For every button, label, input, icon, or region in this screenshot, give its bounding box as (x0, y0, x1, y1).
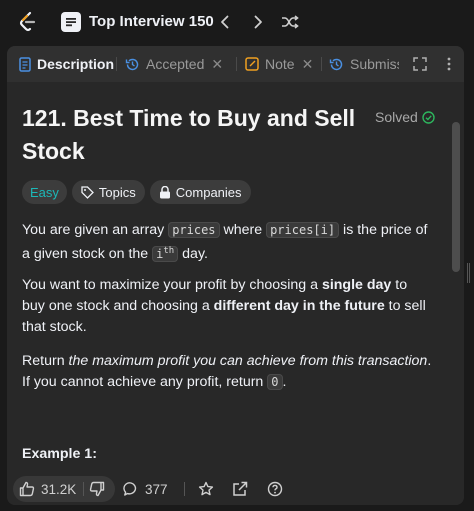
tab-submissions[interactable]: Submiss (329, 46, 399, 82)
description-paragraph: Return the maximum profit you can achiev… (22, 353, 432, 390)
help-button[interactable] (267, 479, 289, 499)
solved-status: Solved (375, 109, 435, 125)
tag-icon (81, 185, 94, 199)
description-icon (19, 56, 31, 72)
close-icon[interactable]: ✕ (211, 56, 223, 73)
lock-icon (159, 185, 170, 198)
topics-button[interactable]: Topics (71, 180, 145, 204)
leetcode-logo-icon[interactable] (17, 11, 39, 33)
shuffle-icon[interactable] (280, 12, 300, 32)
tab-divider (236, 57, 237, 71)
panel-tabbar: Description Accepted ✕ Note ✕ Submiss (7, 46, 464, 82)
note-icon (245, 57, 259, 71)
dislike-button[interactable] (89, 479, 111, 499)
tab-description[interactable]: Description (19, 46, 114, 82)
more-options-icon[interactable] (440, 55, 458, 73)
close-icon[interactable]: ✕ (302, 56, 314, 73)
comments-button[interactable]: 377 (123, 479, 168, 499)
inline-code: ith (152, 246, 179, 262)
companies-button[interactable]: Companies (149, 180, 251, 204)
inline-code: prices (168, 222, 220, 238)
tab-divider (321, 57, 322, 71)
thumbs-down-icon (89, 481, 105, 497)
question-circle-icon (267, 481, 283, 497)
divider (83, 482, 84, 496)
problem-description: 121. Best Time to Buy and Sell Stock Sol… (7, 82, 464, 471)
difficulty-badge[interactable]: Easy (22, 180, 67, 204)
history-icon (329, 57, 344, 72)
thumbs-up-icon (19, 481, 35, 497)
favorite-button[interactable] (198, 479, 220, 499)
tag-row: Easy Topics Companies (22, 180, 251, 204)
like-button[interactable]: 31.2K (19, 479, 76, 499)
inline-code: prices[i] (266, 222, 340, 238)
check-circle-icon (422, 110, 435, 124)
description-paragraph: You are given an array prices where pric… (22, 222, 428, 262)
description-paragraph: You want to maximize your profit by choo… (22, 277, 426, 335)
description-panel: Description Accepted ✕ Note ✕ Submiss 12… (7, 46, 464, 505)
chevron-right-icon[interactable] (248, 12, 268, 32)
problem-title: 121. Best Time to Buy and Sell Stock (22, 105, 356, 164)
history-icon (125, 57, 140, 72)
example-heading: Example 1: (22, 446, 97, 462)
star-icon (198, 481, 214, 496)
expand-icon[interactable] (411, 55, 429, 73)
tab-divider (116, 57, 117, 71)
scrollbar-thumb[interactable] (452, 122, 460, 272)
tab-note[interactable]: Note ✕ (245, 46, 313, 82)
top-navbar: Top Interview 150 (0, 0, 474, 44)
chevron-left-icon[interactable] (215, 12, 235, 32)
tab-accepted[interactable]: Accepted ✕ (125, 46, 223, 82)
action-bar: 31.2K 377 (7, 471, 464, 505)
comment-icon (123, 482, 137, 496)
resize-handle[interactable] (467, 263, 470, 283)
problem-list-title[interactable]: Top Interview 150 (89, 13, 214, 30)
share-icon (233, 481, 248, 496)
share-button[interactable] (232, 479, 254, 499)
inline-code: 0 (267, 374, 283, 390)
list-icon[interactable] (61, 12, 81, 32)
divider (184, 482, 185, 496)
